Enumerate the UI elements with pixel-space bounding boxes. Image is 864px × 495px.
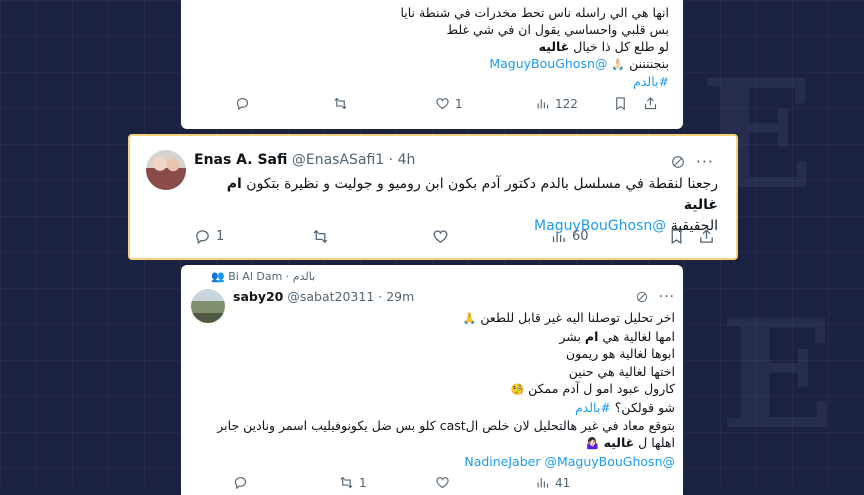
tweet-bold-word: غاليه [538, 39, 570, 54]
tweet-line: بس قلبي واحساسي يقول ان في شي غلط [446, 22, 669, 37]
tweet-time[interactable]: · 29m [378, 289, 414, 304]
like-icon [436, 477, 449, 489]
views-button[interactable]: 122 [535, 96, 578, 111]
like-icon [433, 230, 448, 243]
tweet-card-top[interactable]: انها هي الي راسله ناس تحط مخدرات في شنطة… [181, 0, 683, 129]
share-icon [644, 97, 657, 110]
user-handle[interactable]: @sabat20311 [287, 289, 374, 304]
views-button[interactable]: 41 [535, 475, 570, 490]
like-button[interactable] [435, 475, 450, 490]
like-icon [436, 98, 449, 110]
tweet-line: بنجننننن 🙏🏻 @MaguyBouGhosn [199, 55, 669, 73]
grok-icon[interactable] [670, 154, 686, 170]
shrug-emoji: 🤷🏻‍♀️ [585, 437, 600, 451]
tweet-line: بتوقع معاد في غير هالتحليل لان خلص الcas… [217, 417, 675, 433]
tweet-line: اختها لغالية هي حنين [568, 363, 675, 379]
hashtag-link[interactable]: #بالدم [633, 74, 669, 89]
grok-icon[interactable] [635, 290, 649, 304]
tweet-time[interactable]: · 4h [389, 152, 416, 168]
retweet-context: 👥 Bi Al Dam · بالدم [211, 270, 315, 283]
retweet-icon [340, 476, 353, 489]
bookmark-button[interactable] [613, 96, 628, 111]
reply-icon [236, 98, 249, 111]
share-button[interactable] [643, 96, 658, 111]
tweet-line: #بالدم [199, 73, 669, 90]
hashtag-link[interactable]: #بالدم [575, 400, 611, 415]
background-watermark: E [720, 287, 835, 463]
tweet-line-text: اخر تحليل توصلنا اليه غير قابل للطعن [480, 310, 675, 325]
bookmark-icon [671, 229, 682, 245]
reply-count: 1 [216, 229, 225, 244]
reply-button[interactable]: 1 [194, 228, 224, 245]
tweet-line-text: بشر [559, 328, 581, 344]
tweet-line: امها لغالية هي ام بشر [205, 328, 675, 346]
tweet-top-actions: ··· [635, 289, 675, 305]
tweet-line-text: شو قولكن؟ [614, 399, 675, 415]
reply-button[interactable] [233, 475, 248, 490]
reply-icon [234, 477, 247, 490]
bookmark-icon [616, 97, 625, 111]
tweet-top-actions: ··· [670, 152, 714, 171]
share-icon [700, 229, 713, 243]
tweet-line-text: امها لغالية هي [602, 328, 675, 344]
tweet-line: رجعنا لنقطة في مسلسل بالدم دكتور آدم بكو… [194, 174, 718, 216]
tweet-line: كارول عبود امو ل آدم ممكن 🧐 [205, 380, 675, 399]
tweet-line-text: رجعنا لنقطة في مسلسل بالدم دكتور آدم بكو… [246, 176, 718, 192]
like-button[interactable] [432, 228, 449, 245]
retweet-icon [334, 97, 347, 110]
tweet-line-text: كارول عبود امو ل آدم ممكن [528, 381, 675, 397]
tweet-header: saby20 @sabat20311 · 29m [233, 289, 414, 304]
views-button[interactable]: 60 [550, 228, 589, 245]
share-button[interactable] [698, 228, 715, 245]
view-count: 60 [572, 229, 589, 244]
tweet-line: @NadineJaber @MaguyBouGhosn [205, 453, 675, 471]
reply-icon [196, 230, 209, 245]
pray-emoji: 🙏 [462, 312, 477, 325]
display-name[interactable]: Enas A. Safi [194, 152, 287, 168]
tweet-line: لو طلع كل ذا خيال غاليه [199, 38, 669, 55]
mention-links[interactable]: @NadineJaber @MaguyBouGhosn [464, 454, 675, 469]
retweet-count: 1 [359, 475, 367, 490]
like-count: 1 [455, 96, 463, 111]
retweet-button[interactable] [312, 228, 329, 245]
views-icon [537, 478, 549, 488]
tweet-line: انها هي الي راسله ناس تحط مخدرات في شنطة… [400, 5, 669, 20]
retweet-icon [313, 229, 328, 244]
mention-link[interactable]: @MaguyBouGhosn [489, 56, 607, 71]
views-icon [552, 231, 565, 243]
tweet-bold-word: ام [584, 328, 599, 344]
tweet-card-bottom[interactable]: 👥 Bi Al Dam · بالدم saby20 @sabat20311 ·… [181, 265, 683, 495]
retweet-button[interactable] [333, 96, 348, 111]
thinking-emoji: 🧐 [510, 383, 525, 397]
tweet-line: ابوها لغالية هو ريمون [565, 346, 675, 362]
tweet-line-text: لو طلع كل ذا خيال [573, 39, 669, 54]
more-icon[interactable]: ··· [659, 289, 675, 305]
retweet-button[interactable]: 1 [339, 475, 367, 490]
more-icon[interactable]: ··· [696, 152, 714, 171]
view-count: 41 [555, 475, 571, 490]
retweet-label[interactable]: Bi Al Dam · بالدم [228, 270, 315, 283]
user-handle[interactable]: @EnasASafi1 [292, 152, 384, 168]
tweet-card-highlighted[interactable]: Enas A. Safi @EnasASafi1 · 4h ··· رجعنا … [128, 134, 738, 260]
pray-emoji: 🙏🏻 [611, 58, 626, 71]
bookmark-button[interactable] [668, 228, 685, 245]
tweet-line: اهلها ل غاليه 🤷🏻‍♀️ [205, 434, 675, 453]
tweet-header: Enas A. Safi @EnasASafi1 · 4h [194, 152, 415, 168]
tweet-text: انها هي الي راسله ناس تحط مخدرات في شنطة… [199, 4, 669, 90]
views-icon [537, 99, 549, 109]
tweet-text: اخر تحليل توصلنا اليه غير قابل للطعن 🙏 ا… [205, 309, 675, 470]
people-icon: 👥 [211, 270, 225, 283]
tweet-line: الحقيقية @MaguyBouGhosn [194, 216, 718, 237]
like-button[interactable]: 1 [435, 96, 463, 111]
avatar[interactable] [146, 150, 186, 190]
tweet-line: شو قولكن؟ #بالدم [205, 399, 675, 417]
tweet-bold-word: غاليه [603, 435, 635, 451]
display-name[interactable]: saby20 [233, 289, 283, 304]
reply-button[interactable] [235, 96, 250, 111]
tweet-line-text: بنجننننن [629, 56, 669, 71]
tweet-line-text: اهلها ل [638, 435, 675, 451]
tweet-line: اخر تحليل توصلنا اليه غير قابل للطعن 🙏 [205, 309, 675, 328]
view-count: 122 [555, 96, 578, 111]
tweet-text: رجعنا لنقطة في مسلسل بالدم دكتور آدم بكو… [194, 174, 718, 237]
